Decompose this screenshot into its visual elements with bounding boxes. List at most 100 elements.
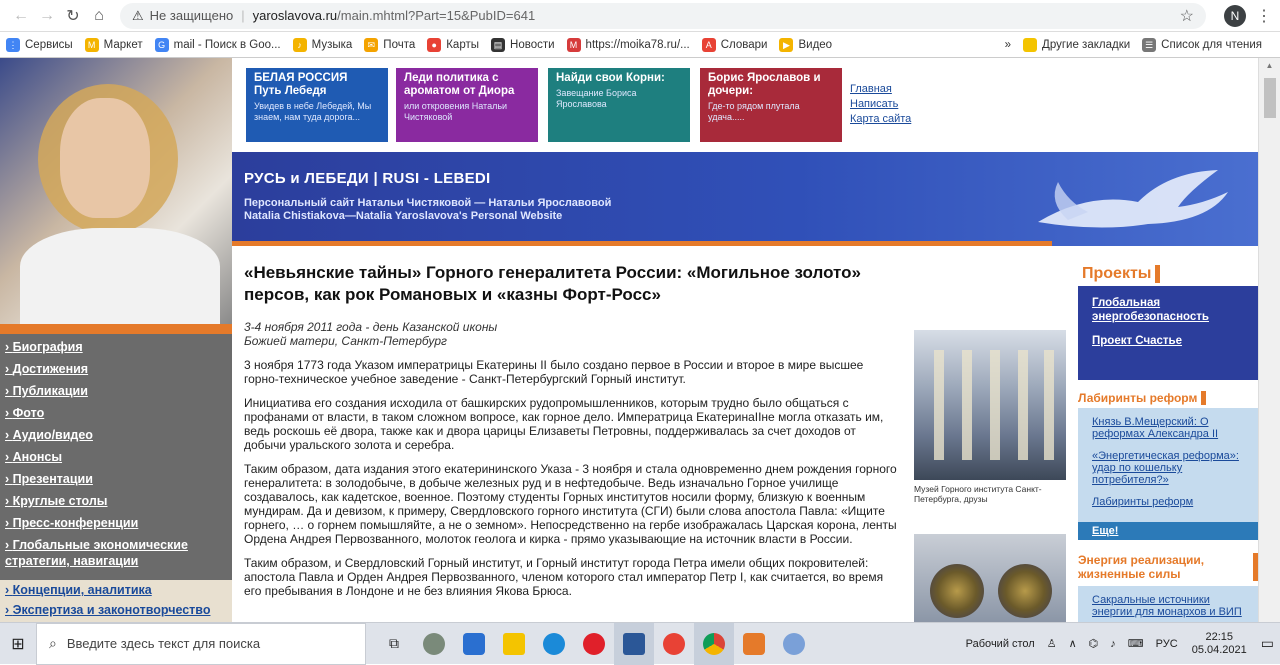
menu-global-strategies[interactable]: Глобальные экономические стратегии, нави… [0,534,232,572]
tile-find-roots[interactable]: Найди свои Корни: Завещание Бориса Яросл… [548,68,690,142]
more-link[interactable]: Еще! [1078,522,1258,540]
site-subtitle: Персональный сайт Натальи Чистяковой — Н… [244,197,612,222]
volume-icon[interactable]: ♪ [1104,638,1122,650]
article-date: 3-4 ноября 2011 года - день Казанской ик… [244,320,498,348]
security-label: Не защищено [149,8,234,23]
scroll-up-icon[interactable]: ▲ [1259,58,1280,74]
reform-link[interactable]: Князь В.Мещерский: О реформах Александра… [1092,416,1244,440]
news-icon: ▤ [491,37,506,52]
address-bar[interactable]: ⚠ Не защищено | yaroslavova.ru /main.mht… [120,2,1206,29]
menu-expertise[interactable]: Экспертиза и законотворчество [0,600,232,620]
windows-start-icon[interactable]: ⊞ [0,623,36,665]
mail-app-icon[interactable] [454,623,494,665]
network-icon[interactable]: ⌬ [1083,637,1105,650]
bookmark-star-icon[interactable]: ☆ [1180,6,1194,26]
tile-boris-yaroslavov[interactable]: Борис Ярославов и дочери: Где-то рядом п… [700,68,842,142]
bookmark-dictionaries[interactable]: A Словари [701,37,767,52]
bookmark-market[interactable]: M Маркет [84,37,143,52]
link-home[interactable]: Главная [850,82,911,97]
menu-audio-video[interactable]: Аудио/видео [0,424,232,446]
article-title: «Невьянские тайны» Горного генералитета … [244,263,861,304]
energy-box: Сакральные источники энергии для монархо… [1078,586,1258,622]
reading-list[interactable]: ☰ Список для чтения [1142,37,1262,52]
page-scrollbar[interactable]: ▲ [1258,58,1280,622]
market-icon: M [84,37,99,52]
url-host: yaroslavova.ru [252,8,338,23]
museum-photo [914,330,1066,480]
project-energy-security[interactable]: Глобальная энергобезопасность [1092,296,1244,324]
bookmarks-overflow[interactable]: » [1005,39,1011,51]
bookmark-google-search[interactable]: Gmail - Поиск в Goo... [154,37,281,52]
bookmark-video[interactable]: ▶ Видео [779,37,832,52]
menu-presentations[interactable]: Презентации [0,468,232,490]
bookmark-maps[interactable]: ● Карты [427,37,479,52]
bookmark-music[interactable]: ♪ Музыка [292,37,352,52]
media-player-icon[interactable] [734,623,774,665]
language-indicator[interactable]: РУС [1150,638,1184,650]
article: «Невьянские тайны» Горного генералитета … [244,262,904,608]
menu-publications[interactable]: Публикации [0,380,232,402]
reading-list-icon: ☰ [1142,37,1157,52]
energy-link[interactable]: Сакральные источники энергии для монархо… [1092,594,1244,618]
home-icon[interactable]: ⌂ [86,3,112,29]
bookmark-other[interactable]: Другие закладки [1023,37,1130,52]
app-circle-icon[interactable] [414,623,454,665]
word-icon[interactable] [614,622,654,665]
moika-icon: M [566,37,581,52]
menu-announcements[interactable]: Анонсы [0,446,232,468]
back-icon[interactable]: ← [8,3,34,29]
opera-icon[interactable] [574,623,614,665]
explorer-icon[interactable] [494,623,534,665]
reform-link[interactable]: Лабиринты реформ [1092,496,1244,508]
tray-overflow-icon[interactable]: ∧ [1063,637,1083,650]
link-sitemap[interactable]: Карта сайта [850,112,911,127]
tile-lady-politics[interactable]: Леди политика с ароматом от Диора или от… [396,68,538,142]
project-happiness[interactable]: Проект Счастье [1092,334,1244,348]
reload-icon[interactable]: ↻ [60,3,86,29]
scroll-thumb[interactable] [1264,78,1276,118]
desktop-toolbar[interactable]: Рабочий стол [960,638,1041,650]
menu-concepts[interactable]: Концепции, аналитика [0,580,232,600]
chrome-icon[interactable] [694,622,734,665]
taskbar-search[interactable]: ⌕ Введите здесь текст для поиска [36,622,366,665]
menu-biography[interactable]: Биография [0,336,232,358]
right-sidebar: Проекты Глобальная энергобезопасность Пр… [1078,262,1258,622]
article-paragraph: Таким образом, дата издания этого екатер… [244,462,897,546]
article-paragraph: Инициатива его создания исходила от башк… [244,396,884,452]
tile-white-russia[interactable]: БЕЛАЯ РОССИЯ Путь Лебедя Увидев в небе Л… [246,68,388,142]
notifications-icon[interactable]: ▭ [1255,635,1280,652]
link-write[interactable]: Написать [850,97,911,112]
keyboard-icon[interactable]: ⌨ [1122,637,1150,650]
search-icon: ⌕ [49,635,57,651]
bookmark-mail[interactable]: ✉ Почта [364,37,415,52]
left-menu-secondary: Концепции, аналитика Экспертиза и законо… [0,580,232,622]
paint-icon[interactable] [774,623,814,665]
yandex-icon[interactable] [654,623,694,665]
edge-icon[interactable] [534,623,574,665]
task-view-icon[interactable]: ⧉ [374,623,414,665]
menu-photo[interactable]: Фото [0,402,232,424]
people-icon[interactable]: ♙ [1041,637,1063,650]
profile-avatar[interactable]: N [1224,4,1246,27]
mail-icon: ✉ [364,37,379,52]
photo-caption: Музей Горного института Санкт-Петербурга… [914,484,1042,504]
dictionary-icon: A [701,37,716,52]
music-icon: ♪ [292,37,307,52]
menu-press-conferences[interactable]: Пресс-конференции [0,512,232,534]
left-divider [0,324,232,334]
energy-heading: Энергия реализации, жизненные силы [1078,553,1258,581]
reform-link[interactable]: «Энергетическая реформа»: удар по кошель… [1092,450,1244,486]
reforms-box: Князь В.Мещерский: О реформах Александра… [1078,408,1258,522]
menu-round-tables[interactable]: Круглые столы [0,490,232,512]
bookmark-services[interactable]: ⋮ Сервисы [6,37,73,52]
swan-icon [1038,170,1228,228]
bookmark-moika78[interactable]: Mhttps://moika78.ru/... [566,37,690,52]
site-banner: РУСЬ и ЛЕБЕДИ | RUSI - LEBEDI Персональн… [232,152,1258,246]
menu-kebab-icon[interactable]: ⋮ [1256,6,1272,26]
bookmark-news[interactable]: ▤ Новости [491,37,555,52]
url-path: /main.mhtml?Part=15&PubID=641 [337,8,536,23]
taskbar-apps: ⧉ [374,622,814,665]
menu-achievements[interactable]: Достижения [0,358,232,380]
clock[interactable]: 22:15 05.04.2021 [1184,631,1255,657]
forward-icon[interactable]: → [34,3,60,29]
